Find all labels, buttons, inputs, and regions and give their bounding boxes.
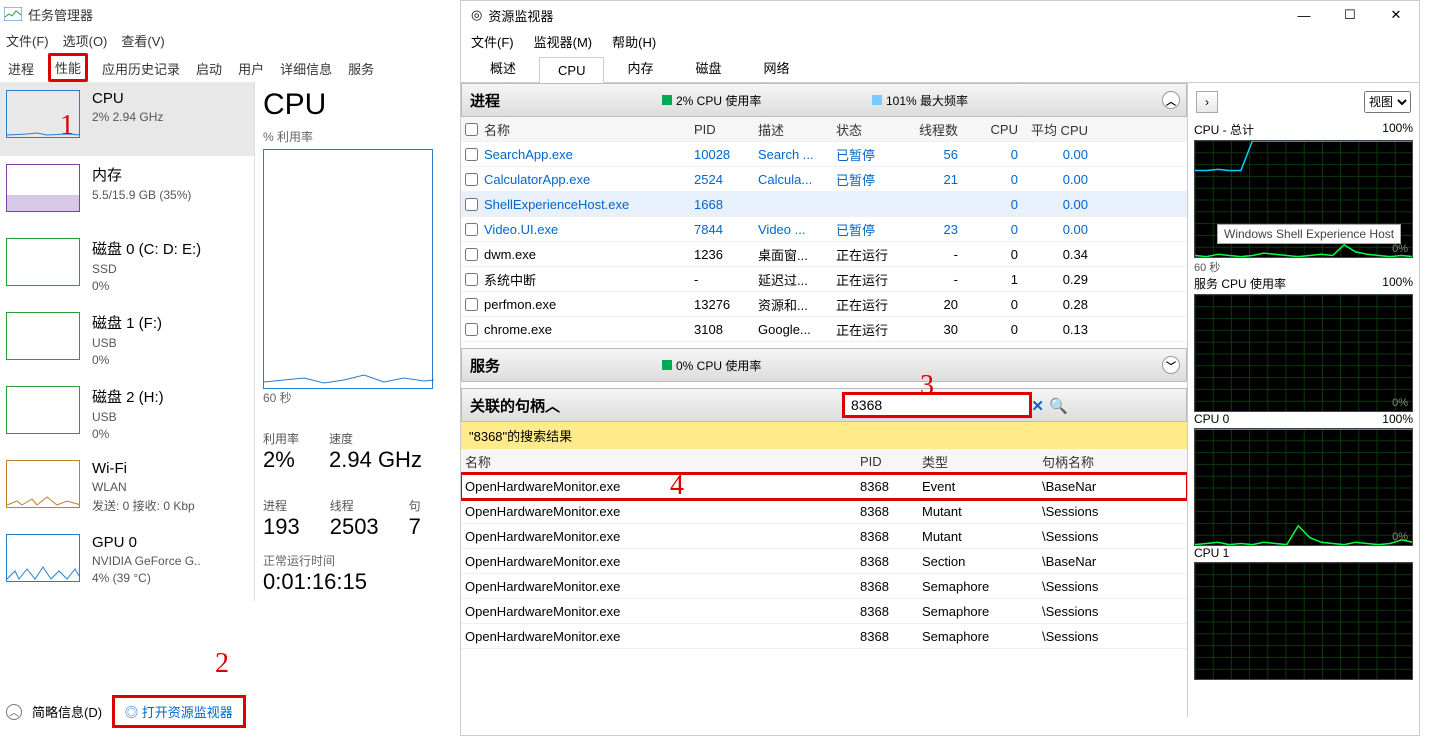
taskman-menubar: 文件(F) 选项(O) 查看(V) bbox=[0, 28, 460, 52]
process-row[interactable]: ShellExperienceHost.exe166800.00 bbox=[461, 192, 1187, 217]
tab-processes[interactable]: 进程 bbox=[6, 55, 36, 82]
handle-row[interactable]: OpenHardwareMonitor.exe8368Semaphore\Ses… bbox=[461, 624, 1187, 649]
taskman-tabs: 进程 性能 应用历史记录 启动 用户 详细信息 服务 bbox=[0, 52, 460, 82]
graph-2: CPU 0100%0% bbox=[1194, 412, 1413, 546]
resmon-tabs: 概述 CPU 内存 磁盘 网络 bbox=[461, 53, 1419, 83]
menu-file[interactable]: 文件(F) bbox=[471, 32, 514, 51]
perf-main: CPU % 利用率 60 秒 利用率2% 速度2.94 GHz 进程193 线程… bbox=[255, 82, 460, 601]
clear-search-icon[interactable]: ✕ bbox=[1031, 397, 1044, 415]
handle-row[interactable]: OpenHardwareMonitor.exe8368Mutant\Sessio… bbox=[461, 524, 1187, 549]
graph-3: CPU 1 bbox=[1194, 546, 1413, 680]
sidebar-item-memory[interactable]: 内存5.5/15.9 GB (35%) bbox=[0, 156, 254, 230]
process-table: 名称 PID 描述 状态 线程数 CPU 平均 CPU SearchApp.ex… bbox=[461, 117, 1187, 342]
taskman-title-text: 任务管理器 bbox=[28, 5, 93, 24]
handle-row[interactable]: OpenHardwareMonitor.exe8368Section\BaseN… bbox=[461, 549, 1187, 574]
menu-file[interactable]: 文件(F) bbox=[6, 31, 49, 50]
graph-0: CPU - 总计100%0%60 秒 bbox=[1194, 121, 1413, 275]
uptime-label: 正常运行时间 bbox=[263, 552, 452, 569]
resmon-titlebar: ◎ 资源监视器 — ☐ ✕ bbox=[461, 1, 1419, 29]
graphs-pane: › 视图 CPU - 总计100%0%60 秒服务 CPU 使用率100%0%C… bbox=[1187, 83, 1419, 717]
menu-help[interactable]: 帮助(H) bbox=[612, 32, 656, 51]
process-table-header: 名称 PID 描述 状态 线程数 CPU 平均 CPU bbox=[461, 117, 1187, 142]
tab-details[interactable]: 详细信息 bbox=[278, 55, 334, 82]
perf-sidebar: CPU2% 2.94 GHz 内存5.5/15.9 GB (35%) 磁盘 0 … bbox=[0, 82, 255, 601]
process-row[interactable]: 系统中断-延迟过...正在运行-10.29 bbox=[461, 267, 1187, 292]
graph-1: 服务 CPU 使用率100%0% bbox=[1194, 275, 1413, 412]
search-icon[interactable]: 🔍 bbox=[1049, 397, 1068, 415]
tab-memory[interactable]: 内存 bbox=[608, 52, 672, 82]
sidebar-item-gpu[interactable]: GPU 0NVIDIA GeForce G..4% (39 °C) bbox=[0, 526, 254, 600]
minimize-button[interactable]: — bbox=[1281, 1, 1327, 29]
tab-overview[interactable]: 概述 bbox=[471, 52, 535, 82]
tab-services[interactable]: 服务 bbox=[346, 55, 376, 82]
collapse-icon[interactable]: ︿ bbox=[545, 395, 560, 416]
taskman-titlebar: 任务管理器 bbox=[0, 0, 460, 28]
handles-table: 名称 PID 类型 句柄名称 OpenHardwareMonitor.exe83… bbox=[461, 449, 1187, 649]
resource-monitor-window: ◎ 资源监视器 — ☐ ✕ 文件(F) 监视器(M) 帮助(H) 概述 CPU … bbox=[460, 0, 1420, 736]
maximize-button[interactable]: ☐ bbox=[1327, 1, 1373, 29]
sidebar-item-cpu[interactable]: CPU2% 2.94 GHz bbox=[0, 82, 254, 156]
open-resource-monitor-link[interactable]: ◎ 打开资源监视器 bbox=[112, 695, 246, 728]
handle-row[interactable]: OpenHardwareMonitor.exe8368Semaphore\Ses… bbox=[461, 574, 1187, 599]
row-checkbox[interactable] bbox=[465, 148, 478, 161]
handles-panel-header[interactable]: 关联的句柄 ✕ 🔍 ︿ bbox=[461, 388, 1187, 422]
process-row[interactable]: chrome.exe3108Google...正在运行3000.13 bbox=[461, 317, 1187, 342]
resmon-menubar: 文件(F) 监视器(M) 帮助(H) bbox=[461, 29, 1419, 53]
sidebar-item-disk1[interactable]: 磁盘 1 (F:)USB0% bbox=[0, 304, 254, 378]
resmon-title-text: 资源监视器 bbox=[488, 6, 553, 25]
sidebar-item-disk2[interactable]: 磁盘 2 (H:)USB0% bbox=[0, 378, 254, 452]
view-select[interactable]: 视图 bbox=[1364, 91, 1411, 113]
expand-icon[interactable]: ﹀ bbox=[1162, 356, 1180, 374]
process-row[interactable]: perfmon.exe13276资源和...正在运行2000.28 bbox=[461, 292, 1187, 317]
tab-network[interactable]: 网络 bbox=[745, 52, 809, 82]
collapse-icon[interactable]: ︿ bbox=[1162, 91, 1180, 109]
process-row[interactable]: dwm.exe1236桌面窗...正在运行-00.34 bbox=[461, 242, 1187, 267]
task-manager-window: 任务管理器 文件(F) 选项(O) 查看(V) 进程 性能 应用历史记录 启动 … bbox=[0, 0, 460, 736]
tab-disk[interactable]: 磁盘 bbox=[676, 52, 740, 82]
less-details-label[interactable]: 简略信息(D) bbox=[32, 702, 102, 721]
resmon-icon: ◎ bbox=[471, 7, 482, 23]
tab-performance[interactable]: 性能 bbox=[48, 53, 88, 82]
processes-panel-header[interactable]: 进程 2% CPU 使用率 101% 最大频率 ︿ bbox=[461, 83, 1187, 117]
tab-cpu[interactable]: CPU bbox=[539, 57, 604, 83]
select-all-checkbox[interactable] bbox=[465, 123, 478, 136]
row-checkbox[interactable] bbox=[465, 323, 478, 336]
perf-cpu-title: CPU bbox=[263, 88, 452, 122]
row-checkbox[interactable] bbox=[465, 273, 478, 286]
process-row[interactable]: CalculatorApp.exe2524Calcula...已暂停2100.0… bbox=[461, 167, 1187, 192]
chart-xlabel: 60 秒 bbox=[263, 389, 452, 406]
util-label: % 利用率 bbox=[263, 128, 452, 145]
handles-search-input[interactable] bbox=[842, 392, 1032, 418]
window-buttons: — ☐ ✕ bbox=[1281, 1, 1419, 29]
row-checkbox[interactable] bbox=[465, 198, 478, 211]
row-checkbox[interactable] bbox=[465, 298, 478, 311]
taskman-icon bbox=[4, 7, 22, 21]
row-checkbox[interactable] bbox=[465, 223, 478, 236]
row-checkbox[interactable] bbox=[465, 173, 478, 186]
search-result-banner: "8368"的搜索结果 bbox=[461, 422, 1187, 449]
uptime-value: 0:01:16:15 bbox=[263, 569, 452, 595]
sidebar-item-wifi[interactable]: Wi-FiWLAN发送: 0 接收: 0 Kbp bbox=[0, 452, 254, 526]
cpu-chart bbox=[263, 149, 433, 389]
handle-row[interactable]: OpenHardwareMonitor.exe8368Mutant\Sessio… bbox=[461, 499, 1187, 524]
close-button[interactable]: ✕ bbox=[1373, 1, 1419, 29]
row-checkbox[interactable] bbox=[465, 248, 478, 261]
less-details-icon[interactable]: ︿ bbox=[6, 704, 22, 720]
taskman-footer: ︿ 简略信息(D) ◎ 打开资源监视器 bbox=[6, 695, 246, 728]
handle-row[interactable]: OpenHardwareMonitor.exe8368Semaphore\Ses… bbox=[461, 599, 1187, 624]
menu-monitor[interactable]: 监视器(M) bbox=[534, 32, 593, 51]
menu-view[interactable]: 查看(V) bbox=[121, 31, 164, 50]
menu-options[interactable]: 选项(O) bbox=[63, 31, 108, 50]
tab-apphistory[interactable]: 应用历史记录 bbox=[100, 55, 182, 82]
resmon-icon: ◎ bbox=[125, 705, 138, 720]
collapse-graphs-button[interactable]: › bbox=[1196, 91, 1218, 113]
tab-users[interactable]: 用户 bbox=[236, 55, 266, 82]
handles-table-header: 名称 PID 类型 句柄名称 bbox=[461, 449, 1187, 474]
services-panel-header[interactable]: 服务 0% CPU 使用率 ﹀ bbox=[461, 348, 1187, 382]
handle-row[interactable]: OpenHardwareMonitor.exe8368Event\BaseNar bbox=[461, 474, 1187, 499]
tab-startup[interactable]: 启动 bbox=[194, 55, 224, 82]
process-row[interactable]: Video.UI.exe7844Video ...已暂停2300.00 bbox=[461, 217, 1187, 242]
process-row[interactable]: SearchApp.exe10028Search ...已暂停5600.00 bbox=[461, 142, 1187, 167]
sidebar-item-disk0[interactable]: 磁盘 0 (C: D: E:)SSD0% bbox=[0, 230, 254, 304]
